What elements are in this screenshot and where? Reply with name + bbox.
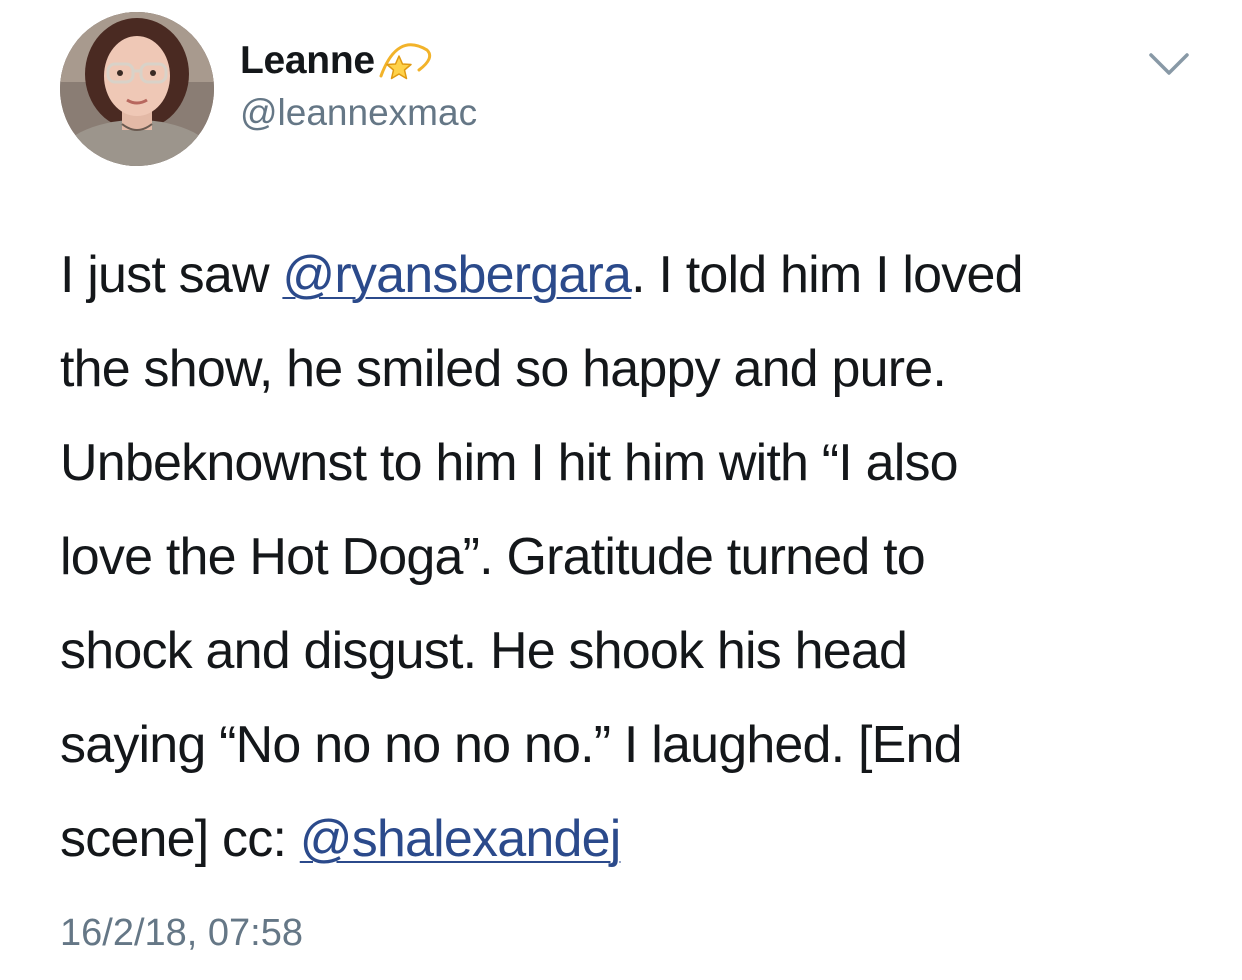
tweet-text-segment: Unbeknownst to him I hit him with “I als… — [60, 434, 959, 492]
avatar[interactable] — [60, 12, 214, 166]
tweet-card: Leanne @leannexmac I just saw @ryansberg… — [0, 0, 1242, 980]
tweet-text-segment: I just saw — [60, 246, 283, 304]
chevron-down-icon[interactable] — [1146, 46, 1192, 80]
tweet-text-segment: . I told him I loved — [631, 246, 1023, 304]
display-name-row: Leanne — [240, 36, 433, 86]
tweet-text-segment: shock and disgust. He shook his head — [60, 622, 908, 680]
mention-link[interactable]: @shalexandej — [300, 810, 622, 868]
tweet-timestamp[interactable]: 16/2/18, 07:58 — [60, 912, 303, 955]
mention-link[interactable]: @ryansbergara — [282, 246, 632, 304]
tweet-text: I just saw @ryansbergara. I told him I l… — [60, 228, 1210, 886]
user-handle[interactable]: @leannexmac — [240, 92, 477, 134]
display-name[interactable]: Leanne — [240, 39, 375, 83]
avatar-image — [60, 12, 214, 166]
tweet-text-segment: saying “No no no no no.” I laughed. [End — [60, 716, 963, 774]
dizzy-star-icon — [377, 36, 433, 86]
tweet-text-segment: scene] cc: — [60, 810, 300, 868]
tweet-text-segment: the show, he smiled so happy and pure. — [60, 340, 947, 398]
tweet-text-segment: love the Hot Doga”. Gratitude turned to — [60, 528, 926, 586]
